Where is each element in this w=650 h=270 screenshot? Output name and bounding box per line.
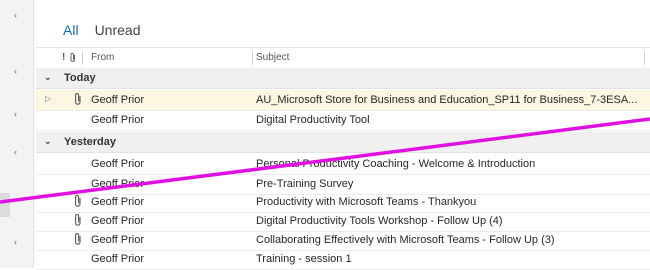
paperclip-icon (75, 93, 81, 105)
message-from: Geoff Prior (91, 253, 144, 265)
message-row[interactable]: Geoff Prior Collaborating Effectively wi… (36, 230, 650, 251)
chevron-down-icon[interactable]: ⌄ (44, 136, 52, 147)
message-subject: AU_Microsoft Store for Business and Educ… (256, 94, 638, 106)
navigation-rail: ‹ ‹ ‹ ‹ ‹ (0, 0, 34, 268)
expand-triangle-icon[interactable]: ▷ (45, 94, 51, 103)
message-row[interactable]: Geoff Prior Training - session 1 (36, 249, 650, 270)
message-from: Geoff Prior (91, 196, 144, 208)
group-header-yesterday[interactable]: ⌄ Yesterday (36, 132, 650, 153)
group-header-today[interactable]: ⌄ Today (36, 68, 650, 89)
message-subject: Digital Productivity Tools Workshop - Fo… (256, 215, 503, 227)
subject-column[interactable]: Subject (256, 52, 289, 63)
message-from: Geoff Prior (91, 114, 144, 126)
message-from: Geoff Prior (91, 215, 144, 227)
message-subject: Pre-Training Survey (256, 178, 354, 190)
filter-tabs: All Unread (63, 22, 140, 42)
chevron-left-icon[interactable]: ‹ (14, 237, 17, 247)
tab-all[interactable]: All (63, 22, 79, 42)
message-row[interactable]: Geoff Prior Digital Productivity Tool (36, 110, 650, 131)
paperclip-icon (75, 233, 81, 245)
chevron-down-icon[interactable]: ⌄ (44, 72, 52, 83)
chevron-left-icon[interactable]: ‹ (14, 147, 17, 157)
tab-unread[interactable]: Unread (95, 22, 141, 42)
message-from: Geoff Prior (91, 158, 144, 170)
column-header: ! From Subject (36, 47, 650, 69)
attachment-column-icon[interactable] (69, 52, 77, 63)
message-from: Geoff Prior (91, 94, 144, 106)
message-from: Geoff Prior (91, 178, 144, 190)
rail-selected-folder[interactable] (0, 193, 10, 217)
chevron-left-icon[interactable]: ‹ (14, 10, 17, 20)
from-column[interactable]: From (91, 52, 114, 63)
message-subject: Personal Productivity Coaching - Welcome… (256, 158, 536, 170)
chevron-left-icon[interactable]: ‹ (14, 66, 17, 76)
message-row[interactable]: Geoff Prior Personal Productivity Coachi… (36, 154, 650, 175)
message-row[interactable]: Geoff Prior Productivity with Microsoft … (36, 192, 650, 213)
paperclip-icon (75, 214, 81, 226)
message-row[interactable]: ▷ Geoff Prior AU_Microsoft Store for Bus… (36, 90, 650, 111)
message-row[interactable]: Geoff Prior Digital Productivity Tools W… (36, 211, 650, 232)
message-from: Geoff Prior (91, 234, 144, 246)
group-label: Today (64, 72, 96, 84)
chevron-left-icon[interactable]: ‹ (14, 109, 17, 119)
message-subject: Digital Productivity Tool (256, 114, 370, 126)
message-subject: Training - session 1 (256, 253, 352, 265)
message-subject: Productivity with Microsoft Teams - Than… (256, 196, 477, 208)
importance-column[interactable]: ! (62, 52, 65, 63)
group-label: Yesterday (64, 136, 116, 148)
message-subject: Collaborating Effectively with Microsoft… (256, 234, 555, 246)
paperclip-icon (75, 195, 81, 207)
